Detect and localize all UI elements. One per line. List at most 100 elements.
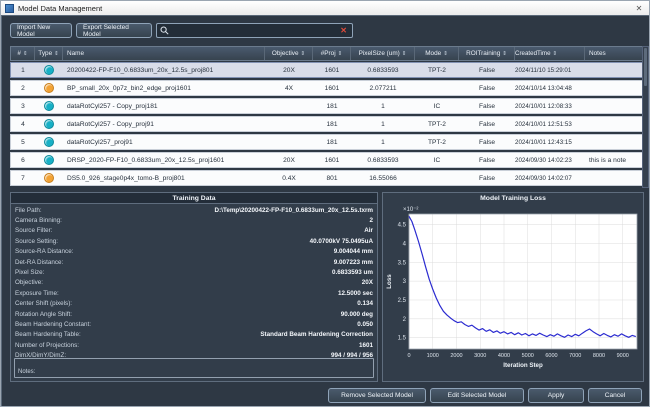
search-box[interactable]: ✕ bbox=[156, 23, 353, 38]
table-row[interactable]: 2BP_small_20x_0p7z_bin2_edge_proj16014X1… bbox=[10, 80, 643, 96]
column-header-roi[interactable]: ROITraining⇕ bbox=[459, 47, 515, 60]
svg-text:4: 4 bbox=[403, 241, 407, 247]
model-type-icon bbox=[44, 173, 54, 183]
cell-type bbox=[35, 99, 63, 113]
cell-mode bbox=[415, 171, 459, 185]
training-field-value: 0.6833593 um bbox=[44, 269, 373, 276]
training-field-row: Source-RA Distance: 9.004044 mm bbox=[11, 247, 377, 257]
sort-icon: ⇕ bbox=[553, 51, 558, 57]
search-input[interactable] bbox=[169, 27, 338, 34]
training-field-value: 2 bbox=[62, 217, 373, 224]
column-header-type[interactable]: Type⇕ bbox=[35, 47, 63, 60]
cell-pixelsize: 16.55066 bbox=[351, 171, 415, 185]
sort-icon: ⇕ bbox=[402, 51, 407, 57]
svg-text:×10⁻²: ×10⁻² bbox=[403, 207, 418, 213]
cell-pixelsize: 1 bbox=[351, 135, 415, 149]
toolbar: Import New Model Export Selected Model ✕ bbox=[10, 23, 353, 38]
cell-notes bbox=[585, 171, 642, 185]
search-icon bbox=[160, 22, 169, 40]
cell-name: dataRotCyl257_proj91 bbox=[63, 135, 265, 149]
svg-text:4000: 4000 bbox=[498, 353, 510, 359]
cell-proj: 181 bbox=[313, 99, 351, 113]
window-content: Import New Model Export Selected Model ✕… bbox=[1, 15, 650, 407]
export-selected-model-button[interactable]: Export Selected Model bbox=[76, 23, 152, 38]
table-row[interactable]: 6DRSP_2020-FP-F10_0.6833um_20x_12.5s_pro… bbox=[10, 152, 643, 168]
cell-num: 4 bbox=[11, 117, 35, 131]
model-type-icon bbox=[44, 101, 54, 111]
training-field-row: Center Shift (pixels): 0.134 bbox=[11, 299, 377, 309]
cell-pixelsize: 1 bbox=[351, 99, 415, 113]
model-type-icon bbox=[44, 137, 54, 147]
sort-icon: ⇕ bbox=[54, 51, 59, 57]
cell-pixelsize: 0.6833593 bbox=[351, 153, 415, 167]
model-training-loss-panel: Model Training Loss 1.522.533.544.501000… bbox=[382, 192, 644, 382]
import-new-model-button[interactable]: Import New Model bbox=[10, 23, 72, 38]
model-type-icon bbox=[44, 155, 54, 165]
training-field-label: Beam Hardening Constant: bbox=[15, 321, 91, 328]
cell-proj: 1601 bbox=[313, 153, 351, 167]
close-icon[interactable]: ✕ bbox=[633, 4, 645, 13]
cell-roi: False bbox=[459, 63, 515, 77]
cell-notes bbox=[585, 135, 642, 149]
training-field-row: Pixel Size: 0.6833593 um bbox=[11, 267, 377, 277]
scrollbar-thumb[interactable] bbox=[644, 48, 647, 86]
svg-text:1000: 1000 bbox=[427, 353, 439, 359]
apply-button[interactable]: Apply bbox=[528, 388, 584, 403]
cell-roi: False bbox=[459, 117, 515, 131]
column-header-mode[interactable]: Mode⇕ bbox=[415, 47, 459, 60]
cancel-button[interactable]: Cancel bbox=[588, 388, 642, 403]
remove-button[interactable]: Remove Selected Model bbox=[328, 388, 426, 403]
sort-icon: ⇕ bbox=[443, 51, 448, 57]
training-field-value: 9.007223 mm bbox=[63, 259, 373, 266]
svg-text:6000: 6000 bbox=[545, 353, 557, 359]
cell-num: 5 bbox=[11, 135, 35, 149]
cell-num: 7 bbox=[11, 171, 35, 185]
cell-name: dataRotCyl257 - Copy_proj91 bbox=[63, 117, 265, 131]
training-field-value: 20X bbox=[43, 279, 373, 286]
column-header-objective[interactable]: Objective⇕ bbox=[265, 47, 313, 60]
cell-notes bbox=[585, 63, 642, 77]
svg-text:2000: 2000 bbox=[450, 353, 462, 359]
chart-title: Model Training Loss bbox=[383, 193, 643, 204]
column-header-notes: Notes bbox=[585, 47, 642, 60]
cell-type bbox=[35, 117, 63, 131]
column-header-pixelsize[interactable]: PixelSize (um)⇕ bbox=[351, 47, 415, 60]
training-field-value: 9.004044 mm bbox=[73, 248, 373, 255]
training-field-row: Beam Hardening Constant: 0.050 bbox=[11, 319, 377, 329]
cell-proj: 1601 bbox=[313, 63, 351, 77]
table-row[interactable]: 3dataRotCyl257 - Copy_proj1811811ICFalse… bbox=[10, 98, 643, 114]
column-header-proj[interactable]: #Proj⇕ bbox=[313, 47, 351, 60]
training-field-label: Rotation Angle Shift: bbox=[15, 311, 72, 318]
cell-objective: 0.4X bbox=[265, 171, 313, 185]
table-row[interactable]: 120200422-FP-F10_0.6833um_20x_12.5s_proj… bbox=[10, 62, 643, 78]
table-scrollbar[interactable] bbox=[642, 46, 649, 188]
cell-objective bbox=[265, 117, 313, 131]
cell-created: 2024/09/30 14:02:23 bbox=[515, 153, 585, 167]
table-row[interactable]: 5dataRotCyl257_proj911811TPT-2False2024/… bbox=[10, 134, 643, 150]
cell-roi: False bbox=[459, 171, 515, 185]
cell-num: 2 bbox=[11, 81, 35, 95]
training-data-panel: Training Data File Path: D:\Temp\2020042… bbox=[10, 192, 378, 382]
cell-roi: False bbox=[459, 135, 515, 149]
table-row[interactable]: 4dataRotCyl257 - Copy_proj911811TPT-2Fal… bbox=[10, 116, 643, 132]
table-row[interactable]: 7DS5.0_926_stage0p4x_tomo-B_proj8010.4X8… bbox=[10, 170, 643, 186]
cell-notes: this is a note bbox=[585, 153, 642, 167]
training-field-value: 40.0700kV 75.0495uA bbox=[58, 238, 373, 245]
svg-text:1.5: 1.5 bbox=[398, 336, 407, 342]
svg-text:3000: 3000 bbox=[474, 353, 486, 359]
edit-button[interactable]: Edit Selected Model bbox=[430, 388, 524, 403]
table-header-row: #⇕Type⇕NameObjective⇕#Proj⇕PixelSize (um… bbox=[10, 46, 643, 61]
training-field-label: Source Filter: bbox=[15, 227, 52, 234]
cell-proj: 181 bbox=[313, 135, 351, 149]
cell-mode: TPT-2 bbox=[415, 135, 459, 149]
cell-mode bbox=[415, 81, 459, 95]
sort-icon: ⇕ bbox=[502, 51, 507, 57]
column-header-created[interactable]: CreatedTime⇕ bbox=[515, 47, 585, 60]
svg-text:3: 3 bbox=[403, 279, 407, 285]
cell-created: 2024/10/01 12:08:33 bbox=[515, 99, 585, 113]
training-data-panel-title: Training Data bbox=[11, 193, 377, 204]
svg-text:Iteration Step: Iteration Step bbox=[503, 362, 543, 369]
cell-created: 2024/10/14 13:04:48 bbox=[515, 81, 585, 95]
column-header-num[interactable]: #⇕ bbox=[11, 47, 35, 60]
clear-search-icon[interactable]: ✕ bbox=[338, 26, 349, 35]
